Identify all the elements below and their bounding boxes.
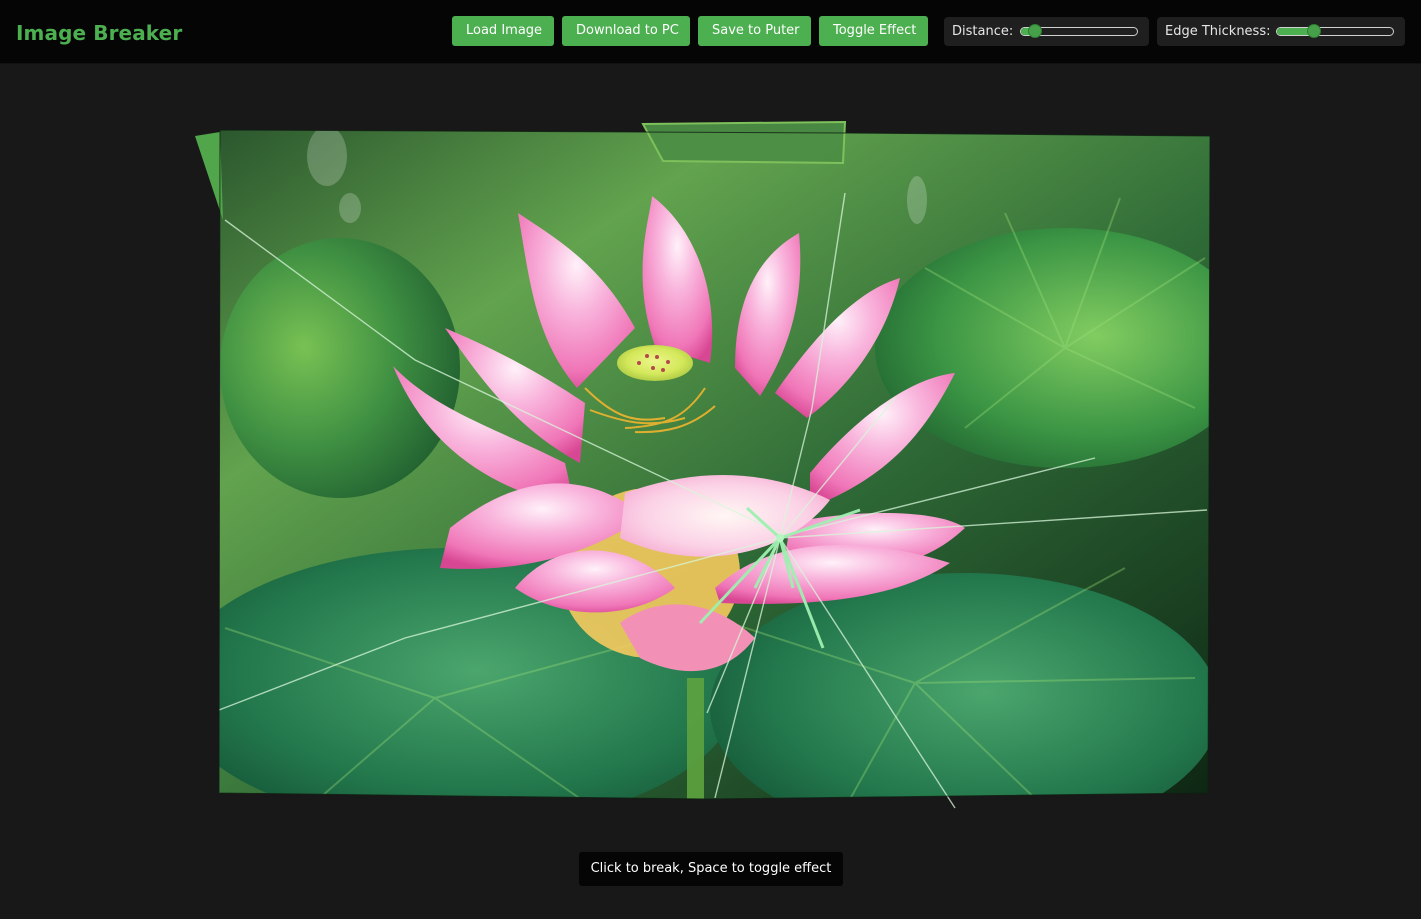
lotus-center (617, 345, 693, 381)
load-image-button[interactable]: Load Image (452, 16, 554, 46)
left-lotus-leaf (220, 238, 460, 498)
app-title: Image Breaker (16, 21, 183, 45)
bottom-right-lotus-leaf (710, 573, 1210, 799)
distance-slider[interactable] (1020, 24, 1138, 38)
edge-thickness-slider-thumb[interactable] (1307, 24, 1322, 38)
lotus-stem (687, 678, 704, 799)
distance-label: Distance: (952, 24, 1014, 39)
displaced-shard-left (195, 132, 223, 220)
toggle-effect-button[interactable]: Toggle Effect (819, 16, 928, 46)
image-canvas-stage[interactable] (195, 118, 1213, 809)
distance-control: Distance: (944, 17, 1149, 46)
broken-image-canvas[interactable] (195, 118, 1213, 809)
edge-thickness-control: Edge Thickness: (1157, 17, 1405, 46)
edge-thickness-slider[interactable] (1276, 24, 1394, 38)
edge-thickness-label: Edge Thickness: (1165, 24, 1271, 39)
displaced-shard-top (641, 120, 847, 165)
distance-slider-thumb[interactable] (1027, 24, 1042, 38)
instruction-hint: Click to break, Space to toggle effect (579, 852, 843, 886)
download-to-pc-button[interactable]: Download to PC (562, 16, 690, 46)
lotus-photo-shards (219, 130, 1210, 799)
top-toolbar: Image Breaker Load Image Download to PC … (0, 0, 1421, 63)
impact-point-marker (776, 534, 784, 542)
save-to-puter-button[interactable]: Save to Puter (698, 16, 811, 46)
